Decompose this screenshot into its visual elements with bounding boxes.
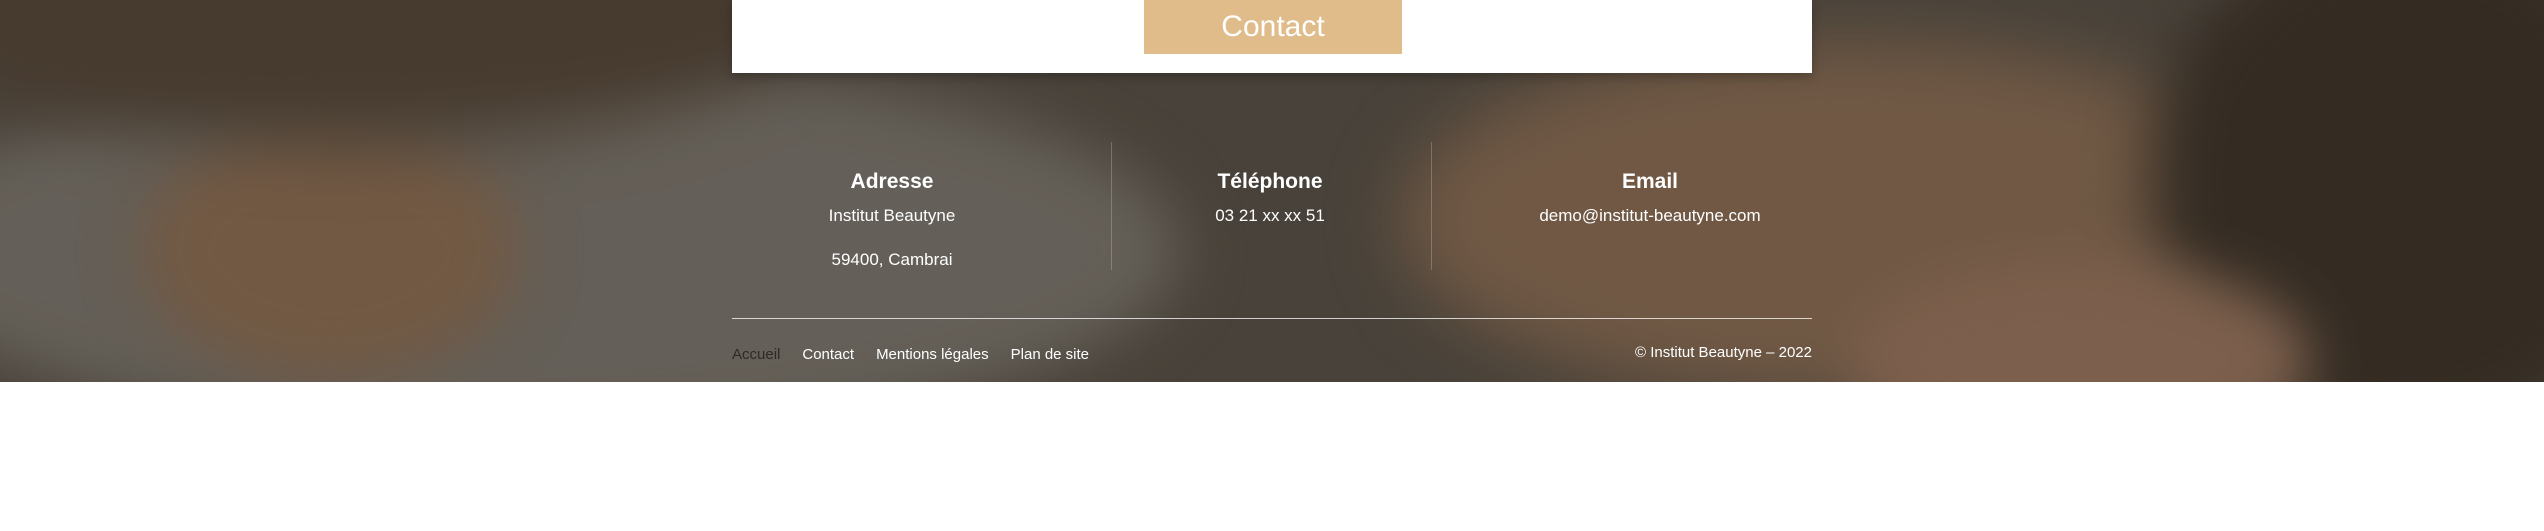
contact-card: Contact	[732, 0, 1812, 73]
address-line2: 59400, Cambrai	[831, 250, 953, 269]
column-divider	[1431, 142, 1432, 270]
contact-button[interactable]: Contact	[1144, 0, 1402, 54]
footer-nav: Accueil Contact Mentions légales Plan de…	[732, 346, 1089, 363]
column-divider	[1111, 142, 1112, 270]
email-block: Email demo@institut-beautyne.com	[1500, 170, 1800, 250]
email-address: demo@institut-beautyne.com	[1539, 206, 1761, 225]
footer: Contact Adresse Institut Beautyne 59400,…	[0, 0, 2544, 382]
address-block: Adresse Institut Beautyne 59400, Cambrai	[792, 170, 992, 294]
address-title: Adresse	[850, 170, 934, 193]
phone-number: 03 21 xx xx 51	[1215, 206, 1325, 225]
footer-link-plan-de-site[interactable]: Plan de site	[1011, 346, 1089, 363]
footer-link-contact[interactable]: Contact	[802, 346, 854, 363]
footer-link-accueil[interactable]: Accueil	[732, 346, 780, 363]
footer-divider	[732, 318, 1812, 319]
address-line1: Institut Beautyne	[828, 206, 956, 225]
phone-block: Téléphone 03 21 xx xx 51	[1170, 170, 1370, 250]
email-title: Email	[1621, 170, 1679, 193]
copyright: © Institut Beautyne – 2022	[1634, 344, 1812, 361]
phone-title: Téléphone	[1217, 170, 1323, 193]
footer-link-mentions-legales[interactable]: Mentions légales	[876, 346, 989, 363]
